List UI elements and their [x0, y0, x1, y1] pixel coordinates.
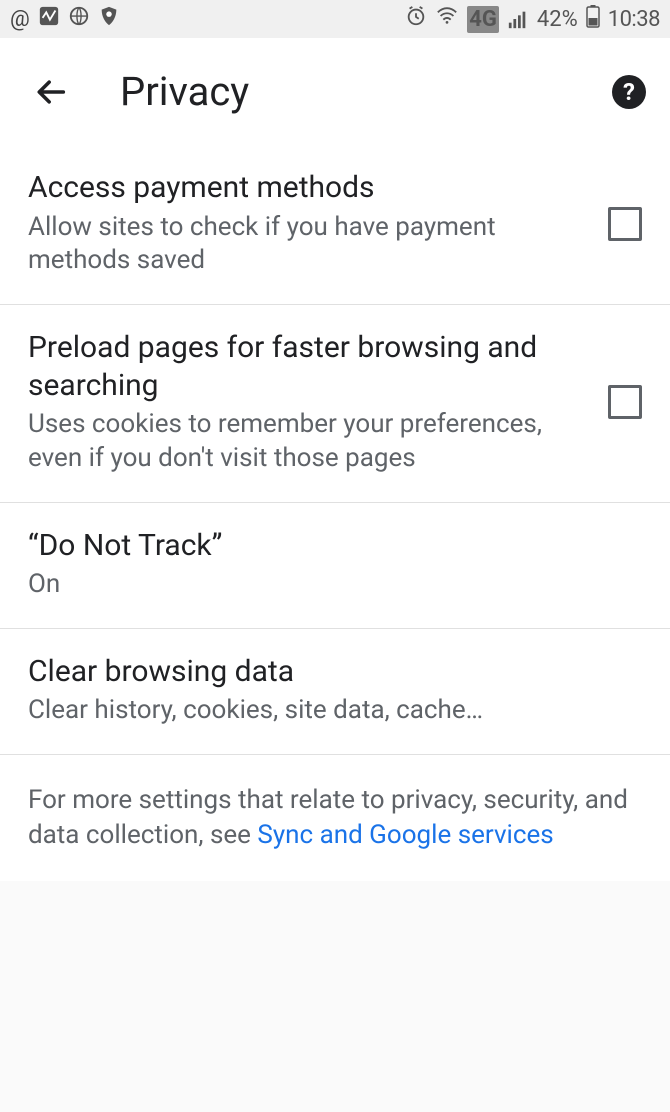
settings-list: Access payment methods Allow sites to ch… — [0, 145, 670, 755]
setting-title: “Do Not Track” — [28, 527, 626, 565]
page-title: Privacy — [120, 68, 612, 115]
network-badge: 4G — [467, 6, 499, 33]
setting-title: Clear browsing data — [28, 653, 626, 691]
checkbox[interactable] — [608, 385, 642, 419]
wifi-icon — [435, 5, 459, 33]
app-bar: Privacy ? — [0, 38, 670, 145]
battery-percent: 42% — [537, 7, 578, 32]
setting-title: Preload pages for faster browsing and se… — [28, 329, 592, 404]
status-left-icons: @ — [10, 5, 120, 33]
help-button[interactable]: ? — [612, 75, 646, 109]
arrow-left-icon — [35, 75, 69, 109]
setting-subtitle: On — [28, 568, 626, 602]
signal-icon — [507, 8, 529, 30]
setting-subtitle: Allow sites to check if you have payment… — [28, 211, 592, 279]
help-icon: ? — [623, 78, 635, 106]
status-right-icons: 4G 42% 10:38 — [405, 4, 660, 34]
setting-do-not-track[interactable]: “Do Not Track” On — [0, 503, 670, 629]
setting-subtitle: Clear history, cookies, site data, cache… — [28, 694, 626, 728]
setting-preload-pages[interactable]: Preload pages for faster browsing and se… — [0, 305, 670, 503]
activity-icon — [38, 5, 60, 33]
battery-icon — [586, 4, 600, 34]
setting-text: Access payment methods Allow sites to ch… — [28, 169, 608, 278]
clock: 10:38 — [608, 7, 660, 32]
globe-icon — [68, 5, 90, 33]
setting-clear-browsing-data[interactable]: Clear browsing data Clear history, cooki… — [0, 629, 670, 755]
setting-subtitle: Uses cookies to remember your preference… — [28, 408, 592, 476]
sync-services-link[interactable]: Sync and Google services — [257, 820, 553, 850]
back-button[interactable] — [32, 72, 72, 112]
setting-access-payment-methods[interactable]: Access payment methods Allow sites to ch… — [0, 145, 670, 305]
checkbox[interactable] — [608, 207, 642, 241]
alarm-icon — [405, 5, 427, 33]
shield-icon — [98, 5, 120, 33]
setting-text: “Do Not Track” On — [28, 527, 642, 602]
at-icon: @ — [10, 7, 30, 32]
setting-title: Access payment methods — [28, 169, 592, 207]
setting-text: Preload pages for faster browsing and se… — [28, 329, 608, 476]
status-bar: @ 4G 42% 10:38 — [0, 0, 670, 38]
setting-text: Clear browsing data Clear history, cooki… — [28, 653, 642, 728]
footer-note: For more settings that relate to privacy… — [0, 755, 670, 881]
